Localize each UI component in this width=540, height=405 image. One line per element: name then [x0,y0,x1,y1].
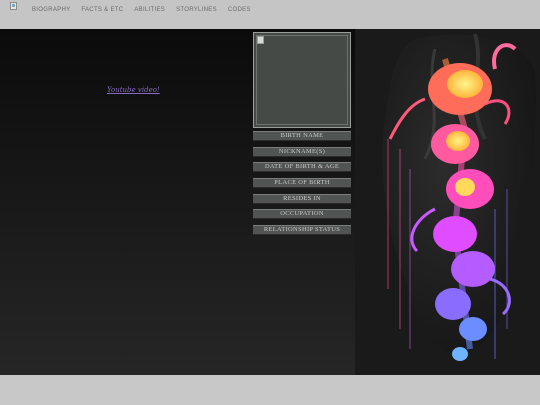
field-occupation: OCCUPATION [253,209,351,219]
field-nicknames: NICKNAME(S) [253,147,351,157]
nav-biography[interactable]: BIOGRAPHY [32,5,70,15]
field-place-of-birth: PLACE OF BIRTH [253,178,351,188]
profile-image-frame [256,35,348,125]
main-content: Youtube video! BIRTH NAME NICKNAME(S) DA… [0,29,540,375]
nav-facts-etc[interactable]: FACTS & ETC [81,5,123,15]
nav-storylines[interactable]: STORYLINES [176,5,217,15]
nav-abilities[interactable]: ABILITIES [134,5,165,15]
field-resides-in: RESIDES IN [253,194,351,204]
top-nav-bar: BIOGRAPHY FACTS & ETC ABILITIES STORYLIN… [0,0,540,29]
youtube-video-link[interactable]: Youtube video! [107,86,160,94]
bottom-bar [0,375,540,405]
field-relationship-status: RELATIONSHIP STATUS [253,225,351,235]
nav-menu: BIOGRAPHY FACTS & ETC ABILITIES STORYLIN… [32,5,251,15]
nav-codes[interactable]: CODES [228,5,251,15]
floral-artwork [355,29,540,375]
broken-image-icon [257,36,264,44]
field-date-of-birth-age: DATE OF BIRTH & AGE [253,162,351,172]
profile-image [253,32,351,128]
logo-image-icon[interactable] [10,2,17,10]
field-birth-name: BIRTH NAME [253,131,351,141]
